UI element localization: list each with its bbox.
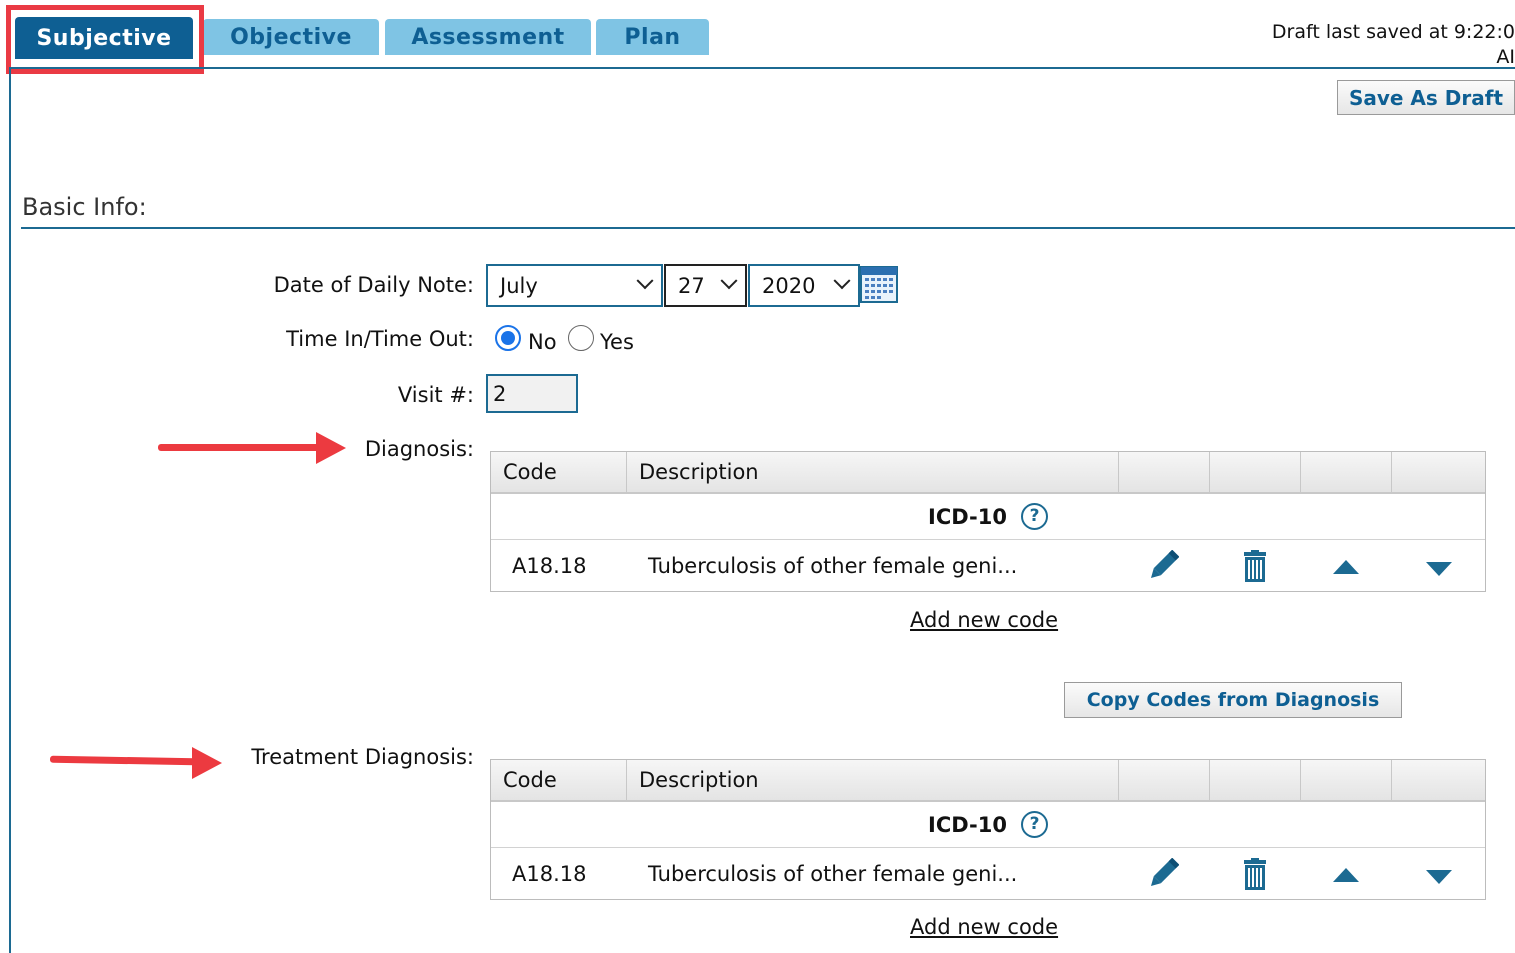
pencil-icon[interactable] [1147, 550, 1179, 582]
date-label: Date of Daily Note: [273, 273, 474, 297]
chevron-down-icon [636, 272, 654, 290]
group-row: ICD-10 ? [491, 494, 1485, 540]
table-row: A18.18 Tuberculosis of other female geni… [491, 540, 1485, 591]
table-header: Code Description [491, 760, 1485, 802]
visit-number-value: 2 [493, 381, 507, 406]
annotation-arrow-head [316, 432, 346, 464]
draft-status-line2: AI [1496, 46, 1515, 68]
row-code: A18.18 [512, 553, 587, 578]
time-yes-radio[interactable] [568, 325, 594, 351]
row-description: Tuberculosis of other female geni... [648, 861, 1018, 886]
group-row: ICD-10 ? [491, 802, 1485, 848]
add-new-code-link[interactable]: Add new code [910, 915, 1058, 939]
column-header-down [1392, 760, 1485, 800]
column-header-up [1301, 760, 1392, 800]
month-select[interactable]: July [486, 264, 663, 307]
copy-codes-button[interactable]: Copy Codes from Diagnosis [1064, 682, 1402, 718]
column-header-up [1301, 452, 1392, 492]
column-header-edit [1119, 452, 1210, 492]
section-title: Basic Info: [22, 193, 147, 221]
day-select[interactable]: 27 [664, 264, 747, 307]
trash-icon[interactable] [1239, 550, 1271, 582]
time-yes-label: Yes [600, 330, 634, 354]
month-value: July [500, 273, 538, 298]
annotation-arrow-head [192, 747, 222, 779]
save-as-draft-button[interactable]: Save As Draft [1337, 80, 1515, 115]
time-no-radio[interactable] [495, 325, 521, 351]
chevron-down-icon [720, 272, 738, 290]
column-header-description: Description [627, 452, 1119, 492]
column-header-description: Description [627, 760, 1119, 800]
visit-label: Visit #: [397, 383, 474, 407]
column-header-edit [1119, 760, 1210, 800]
help-icon[interactable]: ? [1021, 503, 1048, 530]
year-select[interactable]: 2020 [748, 264, 860, 307]
tab-plan[interactable]: Plan [596, 19, 709, 55]
column-header-down [1392, 452, 1485, 492]
arrow-down-icon[interactable] [1423, 858, 1455, 890]
pencil-icon[interactable] [1147, 858, 1179, 890]
content-left-border [9, 67, 11, 953]
group-label: ICD-10 [928, 504, 1007, 529]
diagnosis-table: Code Description ICD-10 ? A18.18 Tubercu… [490, 451, 1486, 592]
calendar-icon[interactable] [860, 266, 898, 303]
table-row: A18.18 Tuberculosis of other female geni… [491, 848, 1485, 899]
table-header: Code Description [491, 452, 1485, 494]
visit-number-input[interactable]: 2 [486, 374, 578, 413]
draft-status: Draft last saved at 9:22:0 AI [1272, 20, 1515, 70]
year-value: 2020 [762, 273, 816, 298]
trash-icon[interactable] [1239, 858, 1271, 890]
arrow-up-icon[interactable] [1330, 550, 1362, 582]
column-header-code: Code [491, 452, 627, 492]
arrow-up-icon[interactable] [1330, 858, 1362, 890]
column-header-code: Code [491, 760, 627, 800]
chevron-down-icon [833, 272, 851, 290]
help-icon[interactable]: ? [1021, 811, 1048, 838]
section-divider [21, 227, 1515, 229]
treatment-diagnosis-label: Treatment Diagnosis: [251, 745, 474, 769]
annotation-arrow [158, 444, 323, 451]
tab-assessment[interactable]: Assessment [385, 19, 591, 55]
column-header-delete [1210, 760, 1301, 800]
diagnosis-label: Diagnosis: [364, 437, 474, 461]
draft-status-line1: Draft last saved at 9:22:0 [1271, 21, 1515, 43]
annotation-arrow [49, 755, 199, 766]
tab-objective[interactable]: Objective [203, 19, 379, 55]
treatment-diagnosis-table: Code Description ICD-10 ? A18.18 Tubercu… [490, 759, 1486, 900]
arrow-down-icon[interactable] [1423, 550, 1455, 582]
time-in-out-label: Time In/Time Out: [286, 327, 474, 351]
group-label: ICD-10 [928, 812, 1007, 837]
row-description: Tuberculosis of other female geni... [648, 553, 1018, 578]
annotation-highlight-box [6, 5, 204, 74]
column-header-delete [1210, 452, 1301, 492]
day-value: 27 [678, 273, 705, 298]
time-no-label: No [528, 330, 557, 354]
add-new-code-link[interactable]: Add new code [910, 608, 1058, 632]
row-code: A18.18 [512, 861, 587, 886]
